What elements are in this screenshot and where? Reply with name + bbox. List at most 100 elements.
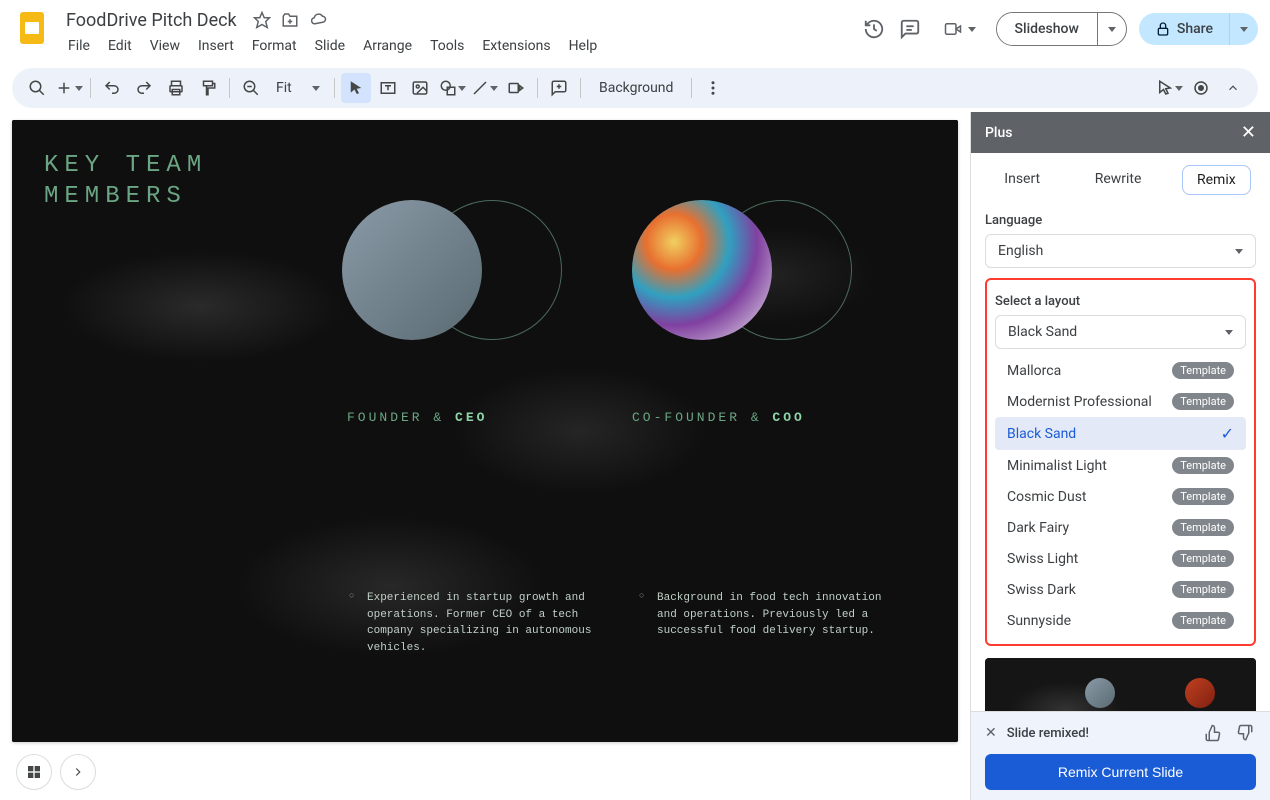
template-badge: Template <box>1172 581 1234 598</box>
chevron-down-icon <box>1175 86 1183 91</box>
select-tool[interactable] <box>341 73 371 103</box>
undo-button[interactable] <box>97 73 127 103</box>
layout-option[interactable]: Modernist ProfessionalTemplate <box>995 386 1246 417</box>
background-button[interactable]: Background <box>587 74 685 102</box>
menu-bar: File Edit View Insert Format Slide Arran… <box>60 34 862 58</box>
print-button[interactable] <box>161 73 191 103</box>
menu-view[interactable]: View <box>142 34 188 58</box>
chevron-down-icon <box>1108 27 1116 32</box>
menu-edit[interactable]: Edit <box>100 34 140 58</box>
header-actions: Slideshow Share <box>862 12 1258 46</box>
separator <box>90 78 91 98</box>
layout-option-label: Minimalist Light <box>1007 458 1107 474</box>
layout-label: Select a layout <box>995 294 1246 309</box>
layout-option-label: Sunnyside <box>1007 613 1071 629</box>
toolbar: Fit Background <box>12 68 1258 108</box>
slideshow-dropdown[interactable] <box>1097 13 1126 45</box>
panel-body: Language English Select a layout Black S… <box>971 207 1270 711</box>
textbox-tool[interactable] <box>373 73 403 103</box>
transition-button[interactable] <box>501 73 531 103</box>
chevron-down-icon <box>1225 330 1233 335</box>
separator <box>580 78 581 98</box>
member-desc-1: Experienced in startup growth and operat… <box>367 590 597 656</box>
tab-remix[interactable]: Remix <box>1182 165 1251 195</box>
comments-icon[interactable] <box>898 17 922 41</box>
template-badge: Template <box>1172 488 1234 505</box>
member-photo-1 <box>342 200 482 340</box>
menu-tools[interactable]: Tools <box>422 34 472 58</box>
menu-extensions[interactable]: Extensions <box>474 34 558 58</box>
title-area: FoodDrive Pitch Deck File Edit View Inse… <box>60 8 862 58</box>
layout-option[interactable]: Swiss DarkTemplate <box>995 574 1246 605</box>
line-tool[interactable] <box>469 73 499 103</box>
close-icon[interactable]: ✕ <box>1241 122 1256 143</box>
separator <box>691 78 692 98</box>
layout-option[interactable]: Cosmic DustTemplate <box>995 481 1246 512</box>
app-header: FoodDrive Pitch Deck File Edit View Inse… <box>0 0 1270 64</box>
template-badge: Template <box>1172 612 1234 629</box>
layout-option-label: Dark Fairy <box>1007 520 1069 536</box>
layout-option[interactable]: Dark FairyTemplate <box>995 512 1246 543</box>
canvas-area: KEY TEAM MEMBERS FOUNDER & CEO CO-FOUNDE… <box>0 112 970 800</box>
remix-button[interactable]: Remix Current Slide <box>985 754 1256 790</box>
redo-button[interactable] <box>129 73 159 103</box>
more-button[interactable] <box>698 73 728 103</box>
comment-button[interactable] <box>544 73 574 103</box>
layout-preview[interactable]: — — — — — — — —— — — — — — —— — — — — — … <box>985 658 1256 711</box>
menu-slide[interactable]: Slide <box>307 34 353 58</box>
cloud-icon[interactable] <box>309 11 327 29</box>
chevron-down-icon <box>458 86 466 91</box>
layout-option[interactable]: Minimalist Light Template <box>995 450 1246 481</box>
plus-panel: Plus ✕ Insert Rewrite Remix Language Eng… <box>970 112 1270 800</box>
zoom-out-button[interactable] <box>236 73 266 103</box>
meet-button[interactable] <box>934 14 984 44</box>
menu-arrange[interactable]: Arrange <box>355 34 420 58</box>
menu-help[interactable]: Help <box>561 34 606 58</box>
dismiss-status-button[interactable]: ✕ <box>985 725 997 741</box>
paint-format-button[interactable] <box>193 73 223 103</box>
tab-insert[interactable]: Insert <box>990 165 1054 195</box>
slideshow-button[interactable]: Slideshow <box>997 13 1097 45</box>
language-value: English <box>998 243 1043 259</box>
zoom-select[interactable]: Fit <box>268 76 328 100</box>
slide-title: KEY TEAM MEMBERS <box>44 150 207 212</box>
chevron-down-icon <box>968 27 976 32</box>
template-badge: Template <box>1172 457 1234 474</box>
role-label-1: FOUNDER & CEO <box>347 410 487 425</box>
shape-tool[interactable] <box>437 73 467 103</box>
move-icon[interactable] <box>281 11 299 29</box>
layout-option[interactable]: Black Sand✓ <box>995 417 1246 450</box>
layout-select[interactable]: Black Sand <box>995 315 1246 349</box>
separator <box>229 78 230 98</box>
layout-option[interactable]: Sunnyside Template <box>995 605 1246 636</box>
image-tool[interactable] <box>405 73 435 103</box>
star-icon[interactable] <box>253 11 271 29</box>
menu-file[interactable]: File <box>60 34 98 58</box>
status-row: ✕ Slide remixed! <box>985 722 1256 744</box>
search-button[interactable] <box>22 73 52 103</box>
new-slide-button[interactable] <box>54 73 84 103</box>
filmstrip-toggle-button[interactable] <box>60 754 96 790</box>
thumbs-down-button[interactable] <box>1234 722 1256 744</box>
collapse-toolbar-button[interactable] <box>1218 73 1248 103</box>
share-dropdown[interactable] <box>1229 13 1258 45</box>
status-text: Slide remixed! <box>1007 726 1192 741</box>
layout-option[interactable]: MallorcaTemplate <box>995 355 1246 386</box>
document-title[interactable]: FoodDrive Pitch Deck <box>60 8 243 33</box>
pointer-mode-button[interactable] <box>1154 73 1184 103</box>
menu-format[interactable]: Format <box>244 34 305 58</box>
menu-insert[interactable]: Insert <box>190 34 242 58</box>
slides-logo[interactable] <box>12 8 52 48</box>
slide-canvas[interactable]: KEY TEAM MEMBERS FOUNDER & CEO CO-FOUNDE… <box>12 120 958 742</box>
language-select[interactable]: English <box>985 234 1256 268</box>
layout-option[interactable]: Swiss LightTemplate <box>995 543 1246 574</box>
record-button[interactable] <box>1186 73 1216 103</box>
tab-rewrite[interactable]: Rewrite <box>1081 165 1156 195</box>
thumbs-up-button[interactable] <box>1202 722 1224 744</box>
share-button[interactable]: Share <box>1139 13 1229 45</box>
grid-view-button[interactable] <box>16 754 52 790</box>
history-icon[interactable] <box>862 17 886 41</box>
layout-option-label: Mallorca <box>1007 363 1061 379</box>
chevron-down-icon <box>312 86 320 91</box>
zoom-value: Fit <box>276 80 292 96</box>
